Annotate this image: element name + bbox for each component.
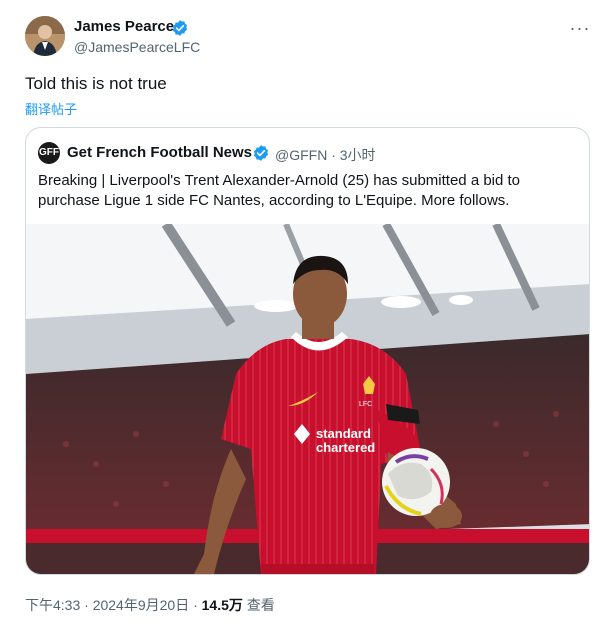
quote-author-avatar[interactable]: GFF: [38, 142, 60, 164]
quote-handle-time[interactable]: @GFFN · 3小时: [275, 145, 376, 165]
tweet-text: Told this is not true: [25, 74, 167, 93]
views-label: 查看: [242, 597, 275, 613]
quote-text: Breaking | Liverpool's Trent Alexander-A…: [38, 172, 521, 209]
author-name[interactable]: James Pearce: [74, 18, 174, 35]
quoted-tweet-card[interactable]: GFF Get French Football News @GFFN · 3小时…: [25, 127, 590, 575]
author-avatar[interactable]: [25, 16, 65, 56]
author-handle[interactable]: @JamesPearceLFC: [74, 39, 200, 55]
quote-author-name[interactable]: Get French Football News: [67, 144, 252, 161]
quote-photo[interactable]: standard chartered LFC: [26, 224, 589, 574]
verified-badge-icon: [171, 19, 189, 37]
post-meta: 下午4:33 · 2024年9月20日 · 14.5万 查看: [25, 595, 275, 615]
views-count: 14.5万: [201, 597, 243, 613]
quote-verified-badge-icon: [252, 144, 270, 162]
shirt-sponsor-line2: chartered: [316, 440, 375, 455]
shirt-badge-text: LFC: [359, 401, 372, 408]
post-timestamp[interactable]: 下午4:33 · 2024年9月20日 ·: [25, 597, 202, 613]
translate-post-link[interactable]: 翻译帖子: [25, 99, 77, 118]
shirt-sponsor-line1: standard: [316, 426, 371, 441]
more-options-icon[interactable]: ···: [566, 18, 594, 38]
